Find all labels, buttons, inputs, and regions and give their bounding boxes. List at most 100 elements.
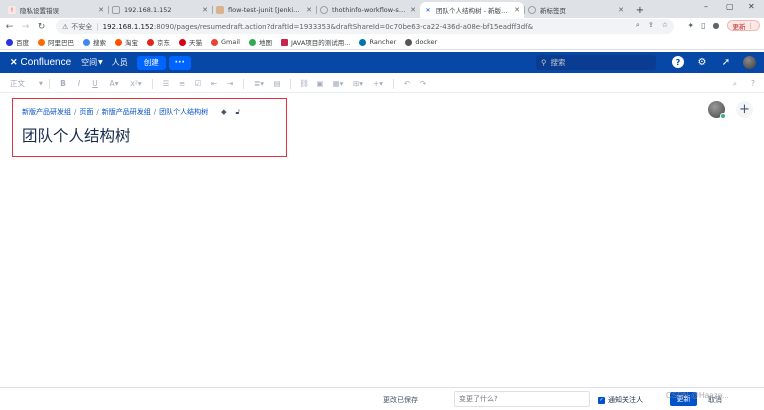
breadcrumb-separator: / bbox=[74, 108, 77, 116]
tab-close-icon[interactable]: ✕ bbox=[202, 6, 208, 14]
redo-icon[interactable]: ↷ bbox=[415, 77, 431, 91]
link-icon[interactable]: ⛓ bbox=[296, 77, 312, 91]
tab-close-icon[interactable]: ✕ bbox=[514, 6, 520, 14]
bookmark-item[interactable]: Rancher bbox=[359, 38, 396, 46]
window-close-icon[interactable]: ✕ bbox=[748, 2, 755, 11]
warning-icon[interactable]: ⚠ bbox=[62, 23, 68, 31]
profile-icon[interactable]: ● bbox=[713, 21, 720, 30]
browser-tab[interactable]: thothinfo-workflow-serv ✕ bbox=[316, 2, 420, 18]
bold-icon[interactable]: B bbox=[55, 77, 71, 91]
forward-icon[interactable]: → bbox=[19, 20, 32, 33]
notifications-rocket-icon[interactable]: ➚ bbox=[719, 55, 733, 69]
breadcrumb-item[interactable]: 新版产品研发组 bbox=[102, 107, 151, 117]
page-title[interactable]: 团队个人结构树 bbox=[22, 124, 131, 146]
update-button[interactable]: 更新 ⋮ bbox=[726, 20, 760, 31]
find-replace-icon[interactable]: ⌕ bbox=[728, 77, 742, 91]
label-tag-icon[interactable]: ◆ bbox=[221, 108, 226, 117]
jenkins-favicon-icon bbox=[216, 6, 224, 14]
tab-close-icon[interactable]: ✕ bbox=[410, 6, 416, 14]
page-favicon-icon bbox=[112, 6, 120, 14]
toolbar-divider bbox=[393, 78, 394, 89]
bullet-list-icon[interactable]: ☰ bbox=[158, 77, 174, 91]
header-search[interactable]: ⚲ 搜索 bbox=[536, 55, 656, 70]
undo-icon[interactable]: ↶ bbox=[399, 77, 415, 91]
settings-icon[interactable]: ⚙ bbox=[695, 55, 709, 69]
share-icon[interactable]: ⇪ bbox=[648, 21, 654, 30]
browser-tab[interactable]: 192.168.1.152 ✕ bbox=[108, 2, 212, 18]
layout-icon[interactable]: ▤ bbox=[269, 77, 285, 91]
rancher-icon bbox=[359, 38, 367, 46]
browser-tab[interactable]: ! 隐私设置错误 ✕ bbox=[4, 2, 108, 18]
template-icon[interactable]: ⊞▾ bbox=[348, 77, 368, 91]
bookmark-label: 天猫 bbox=[189, 39, 202, 47]
numbered-list-icon[interactable]: ≡ bbox=[174, 77, 190, 91]
insert-more-icon[interactable]: +▾ bbox=[368, 77, 388, 91]
bookmark-item[interactable]: 天猫 bbox=[179, 37, 202, 47]
italic-icon[interactable]: I bbox=[71, 77, 87, 91]
create-button[interactable]: 创建 bbox=[136, 55, 166, 70]
bookmark-item[interactable]: 京东 bbox=[147, 37, 170, 47]
tab-title: 团队个人结构树 - 新版产品 bbox=[436, 7, 511, 15]
text-color-icon[interactable]: A▾ bbox=[103, 77, 125, 91]
back-icon[interactable]: ← bbox=[3, 20, 16, 33]
toolbar-divider bbox=[243, 78, 244, 89]
sidepanel-icon[interactable]: ▯ bbox=[701, 21, 705, 30]
invite-collaborator-button[interactable]: + bbox=[736, 101, 753, 118]
tab-close-icon[interactable]: ✕ bbox=[306, 6, 312, 14]
loading-favicon-icon bbox=[320, 6, 328, 14]
image-icon[interactable]: ▣ bbox=[312, 77, 328, 91]
breadcrumb-item[interactable]: 团队个人结构树 bbox=[159, 107, 208, 117]
bookmark-item[interactable]: 搜索 bbox=[83, 37, 106, 47]
breadcrumb-item[interactable]: 页面 bbox=[79, 107, 93, 117]
table-icon[interactable]: ▦▾ bbox=[328, 77, 348, 91]
more-formatting-icon[interactable]: x²▾ bbox=[125, 77, 147, 91]
address-bar[interactable]: ⚠ 不安全 | 192.168.1.152 :8090/pages/resume… bbox=[56, 19, 674, 34]
help-button[interactable]: ? bbox=[671, 55, 685, 69]
minimize-icon[interactable]: – bbox=[704, 2, 708, 11]
spaces-menu[interactable]: 空间 ▼ bbox=[78, 57, 106, 68]
bookmark-item[interactable]: 阿里巴巴 bbox=[38, 37, 74, 47]
outdent-icon[interactable]: ⇤ bbox=[206, 77, 222, 91]
insecure-label[interactable]: 不安全 bbox=[71, 22, 92, 32]
collaborator-avatar[interactable] bbox=[708, 101, 726, 119]
people-link[interactable]: 人员 bbox=[109, 57, 131, 68]
chevron-down-icon: ▼ bbox=[98, 59, 103, 66]
confluence-logo[interactable]: ✕ Confluence bbox=[10, 57, 71, 68]
breadcrumb-item[interactable]: 新版产品研发组 bbox=[22, 107, 71, 117]
reload-icon[interactable]: ↻ bbox=[35, 20, 48, 33]
restrictions-lock-icon[interactable]: 🔓︎ bbox=[235, 108, 240, 117]
bookmark-item[interactable]: Gmail bbox=[211, 38, 240, 46]
tab-close-icon[interactable]: ✕ bbox=[98, 6, 104, 14]
alibaba-icon bbox=[38, 38, 45, 46]
bookmark-star-icon[interactable]: ☆ bbox=[662, 21, 668, 30]
bookmark-item[interactable]: docker bbox=[405, 38, 437, 46]
notify-watchers-checkbox[interactable]: ✓ 通知关注人 bbox=[598, 395, 643, 405]
task-list-icon[interactable]: ☑ bbox=[190, 77, 206, 91]
help-circle-icon[interactable]: ? bbox=[746, 77, 760, 91]
change-comment-input[interactable] bbox=[454, 391, 590, 407]
indent-icon[interactable]: ⇥ bbox=[222, 77, 238, 91]
browser-tab[interactable]: flow-test-junit [Jenkins] ✕ bbox=[212, 2, 316, 18]
tab-close-icon[interactable]: ✕ bbox=[618, 6, 624, 14]
browser-tab-active[interactable]: ✕ 团队个人结构树 - 新版产品 ✕ bbox=[420, 2, 524, 18]
url-host: 192.168.1.152 bbox=[102, 22, 154, 31]
zoom-icon[interactable]: ⌕ bbox=[636, 21, 640, 30]
breadcrumb: 新版产品研发组 / 页面 / 新版产品研发组 / 团队个人结构树 ◆ 🔓︎ bbox=[22, 107, 240, 117]
bookmark-item[interactable]: 地图 bbox=[248, 37, 272, 47]
browser-tab[interactable]: 新标签页 ✕ bbox=[524, 2, 628, 18]
csdn-icon bbox=[280, 38, 288, 46]
bookmark-item[interactable]: JAVA项目的测试用... bbox=[280, 37, 350, 47]
more-create-button[interactable]: ··· bbox=[168, 55, 191, 70]
bookmark-label: Rancher bbox=[369, 38, 397, 46]
align-icon[interactable]: ≣▾ bbox=[249, 77, 269, 91]
new-tab-button[interactable]: + bbox=[632, 2, 648, 18]
bookmark-label: 阿里巴巴 bbox=[48, 39, 74, 47]
user-avatar[interactable] bbox=[743, 55, 756, 69]
omnibox-actions: ⌕ ⇪ ☆ bbox=[636, 21, 668, 30]
bookmark-item[interactable]: 百度 bbox=[6, 37, 29, 47]
maximize-icon[interactable]: ▢ bbox=[726, 2, 734, 11]
bookmark-item[interactable]: 淘宝 bbox=[115, 37, 138, 47]
paragraph-style-dropdown[interactable]: 正文 ▼ bbox=[0, 77, 44, 91]
extensions-icon[interactable]: ✦ bbox=[687, 21, 694, 30]
underline-icon[interactable]: U bbox=[87, 77, 103, 91]
